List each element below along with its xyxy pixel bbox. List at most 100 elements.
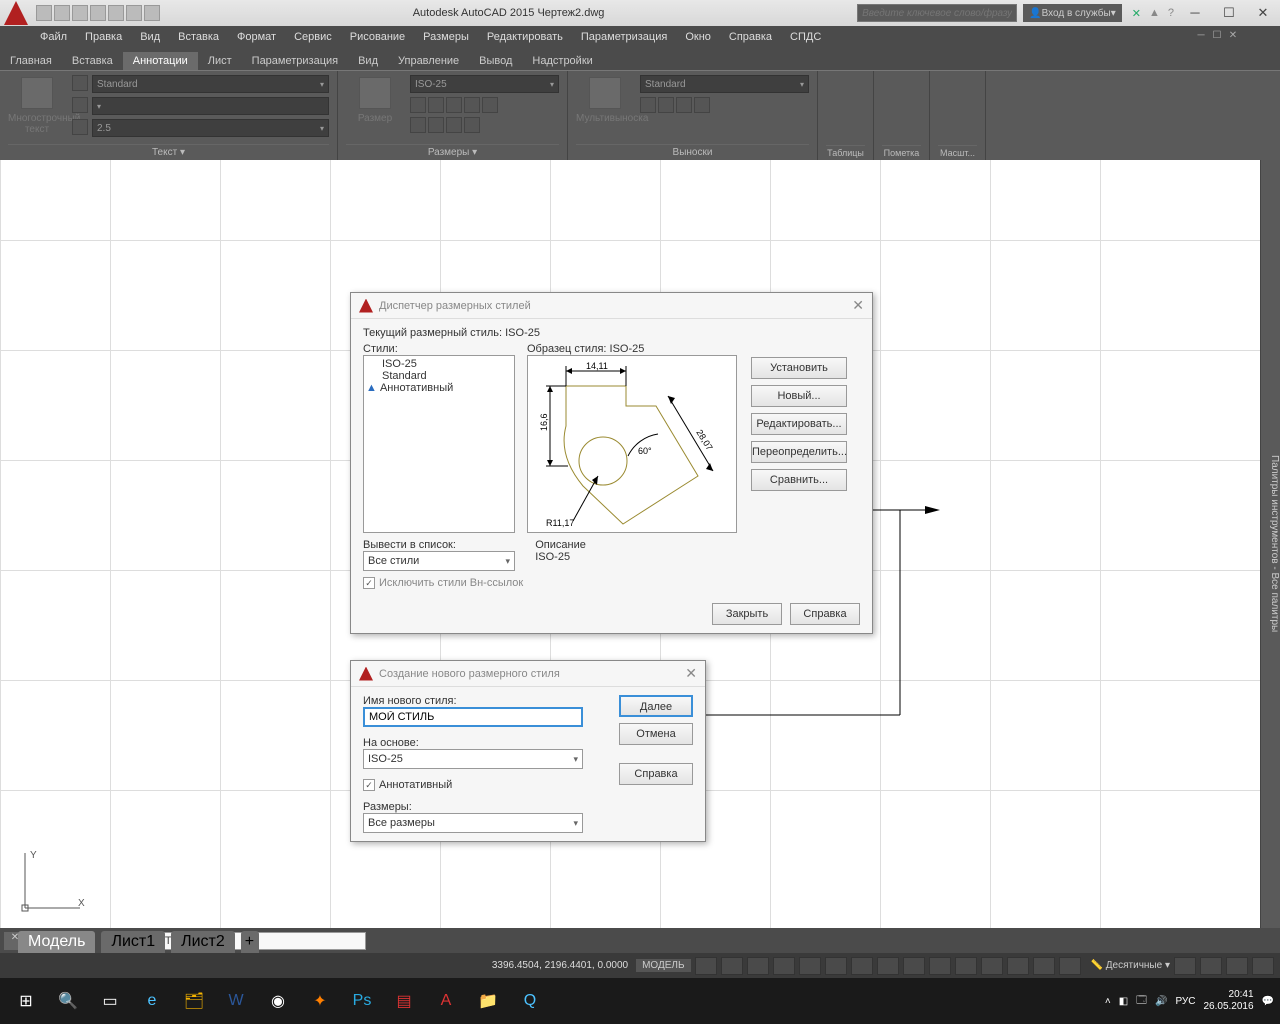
leader-icon[interactable] bbox=[640, 97, 656, 113]
ribbon-panel-tables[interactable]: Таблицы bbox=[818, 71, 874, 160]
minimize-button[interactable]: ─ bbox=[1178, 0, 1212, 26]
doc-close-icon[interactable]: ✕ bbox=[1226, 30, 1240, 44]
height-icon[interactable] bbox=[72, 119, 88, 135]
ribbon-tab-active[interactable]: Аннотации bbox=[123, 52, 198, 70]
search-input[interactable] bbox=[857, 4, 1017, 22]
menu-item[interactable]: Рисование bbox=[350, 31, 405, 43]
language-indicator[interactable]: РУС bbox=[1175, 996, 1195, 1007]
folder-icon[interactable]: 📁 bbox=[468, 983, 508, 1019]
qat-new-icon[interactable] bbox=[36, 5, 52, 21]
modify-button[interactable]: Редактировать... bbox=[751, 413, 847, 435]
menu-item[interactable]: Сервис bbox=[294, 31, 332, 43]
find-icon[interactable] bbox=[72, 97, 88, 113]
mleader-button[interactable]: Мультивыноска bbox=[576, 75, 634, 124]
qat-undo-icon[interactable] bbox=[126, 5, 142, 21]
doc-min-icon[interactable]: ─ bbox=[1194, 30, 1208, 44]
menu-item[interactable]: Вставка bbox=[178, 31, 219, 43]
dim-icon[interactable] bbox=[428, 117, 444, 133]
text-font-combo[interactable] bbox=[92, 97, 329, 115]
status-icon[interactable] bbox=[1059, 957, 1081, 975]
units-display[interactable]: 📏 Десятичные ▾ bbox=[1091, 960, 1170, 971]
app-icon[interactable] bbox=[4, 1, 28, 25]
taskview-icon[interactable]: ▭ bbox=[90, 983, 130, 1019]
status-icon[interactable] bbox=[799, 957, 821, 975]
menu-item[interactable]: Справка bbox=[729, 31, 772, 43]
text-height-combo[interactable]: 2.5 bbox=[92, 119, 329, 137]
status-icon[interactable] bbox=[1033, 957, 1055, 975]
menu-item[interactable]: Окно bbox=[685, 31, 711, 43]
ribbon-tab[interactable]: Параметризация bbox=[242, 52, 348, 70]
ribbon-tab[interactable]: Вывод bbox=[469, 52, 522, 70]
help-button[interactable]: Справка bbox=[790, 603, 860, 625]
panel-label[interactable]: Размеры ▾ bbox=[346, 144, 559, 160]
dim-icon[interactable] bbox=[482, 97, 498, 113]
status-icon[interactable] bbox=[903, 957, 925, 975]
dim-icon[interactable] bbox=[446, 97, 462, 113]
explorer-icon[interactable]: 🗂 bbox=[174, 983, 214, 1019]
menu-item[interactable]: Размеры bbox=[423, 31, 469, 43]
leader-icon[interactable] bbox=[658, 97, 674, 113]
override-button[interactable]: Переопределить... bbox=[751, 441, 847, 463]
ribbon-tab[interactable]: Управление bbox=[388, 52, 469, 70]
style-item[interactable]: Standard bbox=[366, 370, 512, 382]
qat-save-icon[interactable] bbox=[72, 5, 88, 21]
qat-redo-icon[interactable] bbox=[144, 5, 160, 21]
volume-icon[interactable]: 🔊 bbox=[1155, 996, 1167, 1007]
app-icon[interactable]: ✦ bbox=[300, 983, 340, 1019]
abc-icon[interactable] bbox=[72, 75, 88, 91]
dim-style-combo[interactable]: ISO-25 bbox=[410, 75, 559, 93]
status-icon[interactable] bbox=[981, 957, 1003, 975]
qat-saveas-icon[interactable] bbox=[90, 5, 106, 21]
annotative-check[interactable]: ✓Аннотативный bbox=[363, 779, 587, 791]
menu-item[interactable]: Правка bbox=[85, 31, 122, 43]
status-icon[interactable] bbox=[1200, 957, 1222, 975]
menu-item[interactable]: Формат bbox=[237, 31, 276, 43]
qat-plot-icon[interactable] bbox=[108, 5, 124, 21]
layout-tab[interactable]: Лист1 bbox=[101, 931, 165, 953]
tray-icon[interactable]: ◧ bbox=[1119, 996, 1128, 1007]
doc-max-icon[interactable]: ☐ bbox=[1210, 30, 1224, 44]
leader-style-combo[interactable]: Standard bbox=[640, 75, 809, 93]
menu-item[interactable]: СПДС bbox=[790, 31, 821, 43]
status-icon[interactable] bbox=[1252, 957, 1274, 975]
autocad-icon[interactable]: A bbox=[426, 983, 466, 1019]
dim-icon[interactable] bbox=[428, 97, 444, 113]
word-icon[interactable]: W bbox=[216, 983, 256, 1019]
dimension-button[interactable]: Размер bbox=[346, 75, 404, 124]
tool-palettes[interactable]: Палитры инструментов - Все палитры bbox=[1260, 160, 1280, 928]
pdf-icon[interactable]: ▤ bbox=[384, 983, 424, 1019]
help-icon[interactable]: ? bbox=[1168, 7, 1174, 19]
add-layout-tab[interactable]: + bbox=[241, 931, 259, 953]
clock[interactable]: 20:4126.05.2016 bbox=[1203, 989, 1253, 1013]
model-space-button[interactable]: МОДЕЛЬ bbox=[636, 959, 690, 972]
exclude-xref-check[interactable]: ✓Исключить стили Вн-ссылок bbox=[363, 577, 523, 589]
set-current-button[interactable]: Установить bbox=[751, 357, 847, 379]
style-item-annotative[interactable]: ▲ Аннотативный bbox=[366, 382, 512, 394]
dim-icon[interactable] bbox=[464, 97, 480, 113]
dialog-close-icon[interactable]: ✕ bbox=[852, 297, 864, 314]
status-icon[interactable] bbox=[695, 957, 717, 975]
menu-item[interactable]: Файл bbox=[40, 31, 67, 43]
model-tab[interactable]: Модель bbox=[18, 931, 95, 953]
compare-button[interactable]: Сравнить... bbox=[751, 469, 847, 491]
status-icon[interactable] bbox=[1007, 957, 1029, 975]
status-icon[interactable] bbox=[1174, 957, 1196, 975]
dim-icon[interactable] bbox=[464, 117, 480, 133]
search-icon[interactable]: 🔍 bbox=[48, 983, 88, 1019]
new-button[interactable]: Новый... bbox=[751, 385, 847, 407]
styles-listbox[interactable]: ISO-25 Standard ▲ Аннотативный bbox=[363, 355, 515, 533]
ribbon-panel-markup[interactable]: Пометка bbox=[874, 71, 930, 160]
status-icon[interactable] bbox=[955, 957, 977, 975]
status-icon[interactable] bbox=[1226, 957, 1248, 975]
dim-icon[interactable] bbox=[446, 117, 462, 133]
dim-icon[interactable] bbox=[410, 117, 426, 133]
leader-icon[interactable] bbox=[676, 97, 692, 113]
ribbon-tab[interactable]: Лист bbox=[198, 52, 242, 70]
style-item[interactable]: ISO-25 bbox=[366, 358, 512, 370]
start-button[interactable]: ⊞ bbox=[6, 983, 46, 1019]
menu-item[interactable]: Вид bbox=[140, 31, 160, 43]
edge-icon[interactable]: e bbox=[132, 983, 172, 1019]
panel-label[interactable]: Выноски bbox=[576, 144, 809, 160]
help-button[interactable]: Справка bbox=[619, 763, 693, 785]
login-button[interactable]: 👤 Вход в службы ▾ bbox=[1023, 4, 1122, 22]
